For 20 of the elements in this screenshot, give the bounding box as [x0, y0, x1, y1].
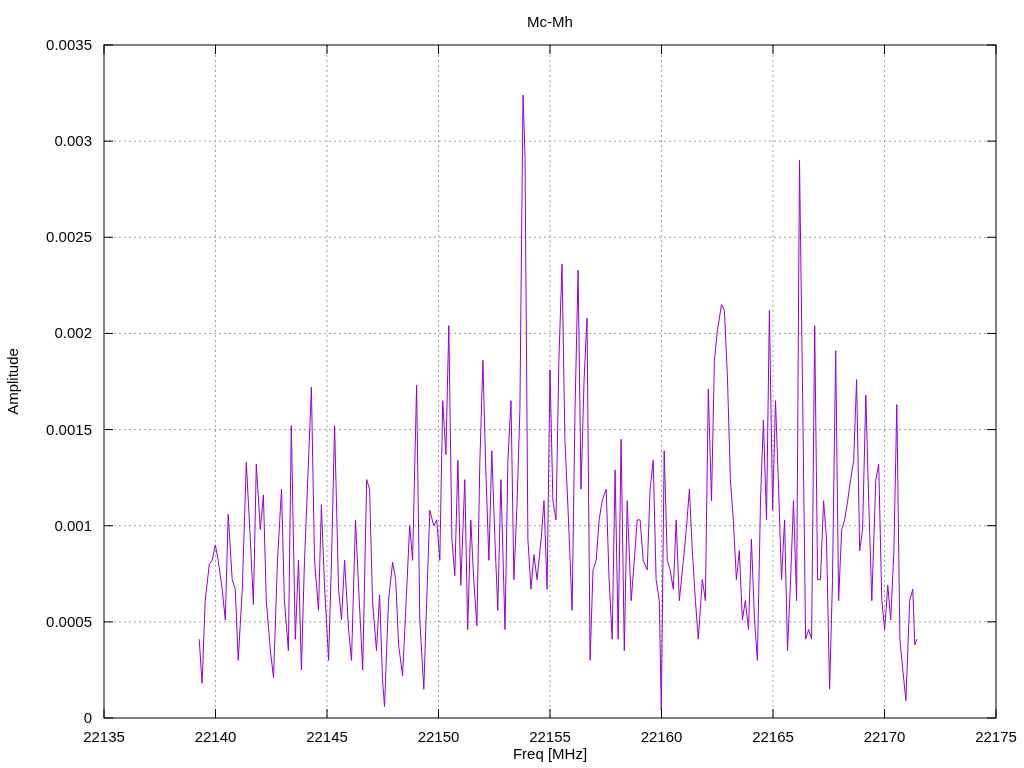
tick-label: 22165 — [752, 728, 794, 745]
tick-label: 0.003 — [54, 132, 92, 150]
x-axis-label: Freq [MHz] — [512, 745, 588, 762]
tick-label: 22140 — [194, 728, 237, 745]
tick-label: 22155 — [529, 728, 571, 745]
tick-label: 22145 — [306, 728, 348, 745]
y-axis-label: Amplitude — [4, 348, 21, 415]
tick-label: 0.0035 — [46, 36, 92, 53]
tick-label: 0.001 — [54, 516, 92, 534]
tick-label: 22170 — [863, 728, 906, 745]
tick-label: 22160 — [640, 728, 683, 745]
tick-label: 22175 — [975, 728, 1017, 745]
tick-label: 22135 — [83, 728, 125, 745]
tick-label: 0.0015 — [46, 420, 92, 438]
tick-label: 0 — [83, 709, 92, 726]
tick-label: 0.002 — [54, 324, 92, 342]
chart-title: Mc-Mh — [527, 13, 573, 30]
tick-label: 22150 — [417, 728, 460, 745]
tick-label: 0.0005 — [46, 612, 92, 630]
tick-label: 0.0025 — [46, 228, 92, 246]
